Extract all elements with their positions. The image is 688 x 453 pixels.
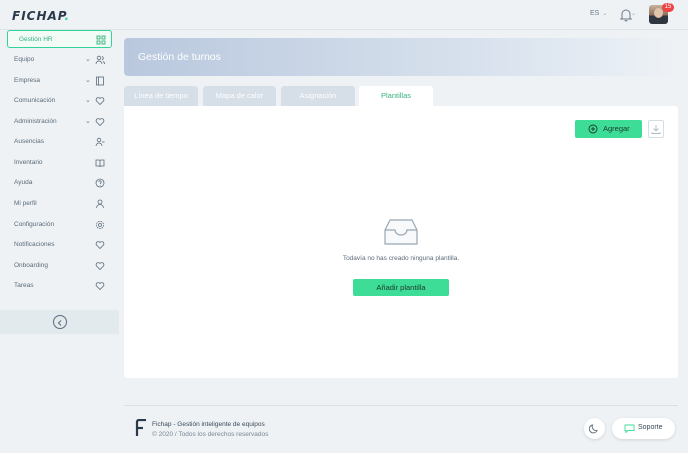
- chevron-down-icon: ⌄: [85, 77, 91, 84]
- sidebar-item-label: Notificaciones: [14, 241, 55, 248]
- user-icon: [96, 199, 104, 209]
- chevron-down-icon: ⌄: [631, 11, 637, 17]
- sidebar-item-label: Configuración: [14, 221, 55, 228]
- inbox-icon: [384, 219, 418, 245]
- sidebar-item-inventario[interactable]: Inventario: [0, 155, 119, 171]
- moon-icon: [589, 424, 598, 434]
- sidebar-item-onboarding[interactable]: Onboarding: [0, 258, 119, 274]
- sidebar-item-label: Equipo: [14, 56, 35, 63]
- sidebar-item-gestion-hr[interactable]: Gestión HR: [7, 30, 112, 48]
- download-button[interactable]: [648, 120, 664, 138]
- footer-company-name: Fichap - Gestión inteligente de equipos: [152, 421, 265, 428]
- sidebar-item-label: Mi perfil: [14, 200, 37, 207]
- user-minus-icon: [95, 137, 105, 147]
- add-template-label: Añadir plantilla: [376, 283, 426, 292]
- tab-plantillas[interactable]: Plantillas: [359, 86, 433, 106]
- tab-linea-de-tiempo[interactable]: Línea de tiempo: [124, 86, 198, 106]
- sidebar-item-label: Onboarding: [14, 262, 48, 269]
- sidebar-item-configuracion[interactable]: Configuración: [0, 217, 119, 233]
- footer-copyright: © 2020 / Todos los derechos reservados: [152, 431, 269, 438]
- heart-icon: [95, 241, 105, 250]
- heart-icon: [95, 282, 105, 291]
- tab-mapa-de-calor[interactable]: Mapa de calor: [203, 86, 276, 106]
- sidebar-item-label: Ausencias: [14, 138, 44, 145]
- book-icon: [96, 76, 104, 86]
- tab-asignacion[interactable]: Asignación: [281, 86, 355, 106]
- chevron-down-icon: ⌄: [85, 97, 91, 104]
- sidebar-item-empresa[interactable]: Empresa ⌄: [0, 73, 119, 89]
- dark-mode-button[interactable]: [584, 418, 605, 439]
- sidebar-item-ayuda[interactable]: Ayuda: [0, 175, 119, 191]
- sidebar-item-label: Gestión HR: [19, 36, 53, 43]
- book-open-icon: [95, 159, 105, 168]
- sidebar-item-comunicacion[interactable]: Comunicación ⌄: [0, 93, 119, 109]
- footer-divider: [124, 405, 678, 406]
- add-button[interactable]: Agregar: [575, 120, 642, 138]
- heart-icon: [95, 118, 105, 127]
- support-label: Soporte: [638, 424, 663, 431]
- sidebar-item-tareas[interactable]: Tareas: [0, 278, 119, 294]
- add-template-button[interactable]: Añadir plantilla: [353, 279, 449, 296]
- templates-panel: Agregar Todavía no has creado ninguna pl…: [124, 106, 678, 378]
- sidebar: Gestión HR Equipo ⌄ Empresa ⌄ Comunicaci…: [0, 30, 119, 453]
- empty-state-message: Todavía no has creado ninguna plantilla.: [342, 255, 460, 262]
- heart-icon: [95, 97, 105, 106]
- language-label: ES: [590, 10, 600, 17]
- download-icon: [651, 125, 661, 134]
- fichap-logo-icon: [135, 419, 146, 436]
- page-title: Gestión de turnos: [138, 51, 221, 63]
- sidebar-item-ausencias[interactable]: Ausencias: [0, 134, 119, 150]
- sidebar-item-administracion[interactable]: Administración ⌄: [0, 114, 119, 130]
- app-logo[interactable]: FICHAP.: [12, 9, 70, 23]
- sidebar-item-label: Comunicación: [14, 97, 56, 104]
- sidebar-item-equipo[interactable]: Equipo ⌄: [0, 52, 119, 68]
- help-circle-icon: [95, 178, 105, 188]
- users-icon: [95, 55, 105, 65]
- sidebar-item-label: Empresa: [14, 77, 41, 84]
- language-selector[interactable]: ES ⌄: [590, 10, 607, 17]
- heart-icon: [95, 262, 105, 271]
- support-button[interactable]: Soporte: [612, 418, 675, 439]
- notification-badge: 15: [662, 3, 674, 12]
- gear-icon: [96, 221, 104, 229]
- plus-circle-icon: [588, 124, 598, 134]
- sidebar-item-mi-perfil[interactable]: Mi perfil: [0, 196, 119, 212]
- page-header-banner: Gestión de turnos: [124, 38, 678, 76]
- chevron-down-icon: ⌄: [85, 118, 91, 125]
- sidebar-item-notificaciones[interactable]: Notificaciones: [0, 237, 119, 253]
- sidebar-item-label: Ayuda: [14, 179, 33, 186]
- sidebar-item-label: Inventario: [14, 159, 43, 166]
- top-bar: FICHAP. ES ⌄ ⌄ 15: [0, 0, 688, 30]
- add-button-label: Agregar: [603, 124, 630, 133]
- sidebar-item-label: Tareas: [14, 282, 34, 289]
- chat-icon: [624, 424, 635, 433]
- grid-icon: [96, 35, 106, 45]
- sidebar-collapse-bar: [0, 310, 119, 334]
- chevron-left-circle-icon[interactable]: [53, 315, 67, 329]
- chevron-down-icon: ⌄: [85, 56, 91, 63]
- sidebar-item-label: Administración: [14, 118, 57, 125]
- chevron-down-icon: ⌄: [602, 11, 608, 17]
